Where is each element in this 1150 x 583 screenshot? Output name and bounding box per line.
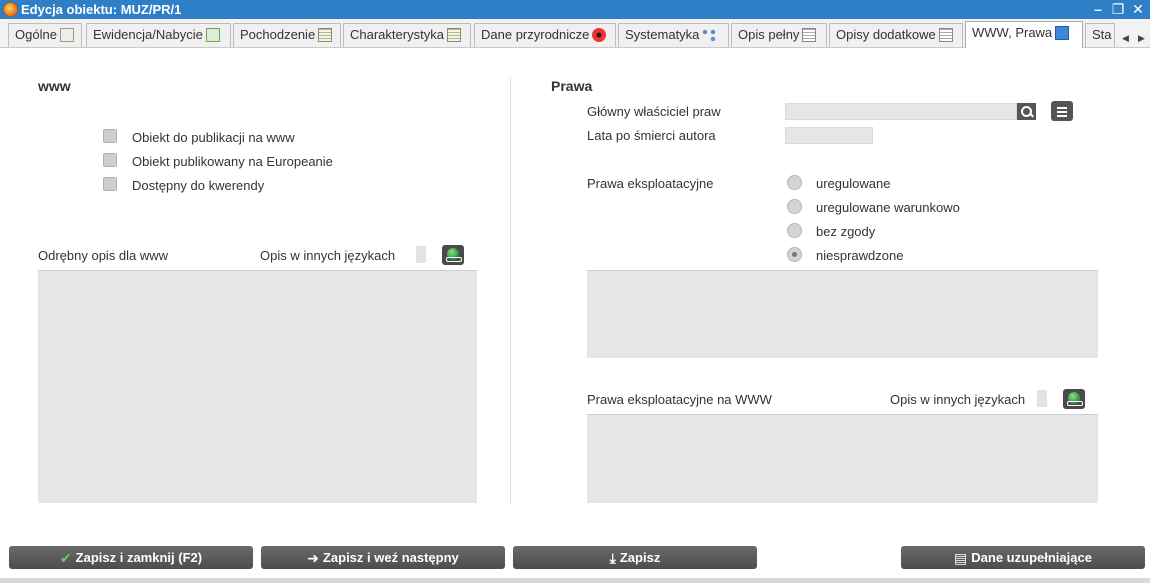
save-close-button[interactable]: ✔ Zapisz i zamknij (F2): [9, 546, 253, 569]
globe-translate-icon[interactable]: [442, 245, 464, 265]
app-logo-icon: [3, 2, 18, 17]
www-description-textarea[interactable]: [38, 270, 477, 503]
title-bar: Edycja obiektu: MUZ/PR/1 – ❐ ✕: [0, 0, 1150, 19]
query-checkbox[interactable]: [103, 177, 117, 191]
search-icon[interactable]: [1017, 103, 1036, 120]
tab-opis-pelny[interactable]: Opis pełny: [731, 23, 827, 47]
publish-www-label: Obiekt do publikacji na www: [132, 130, 295, 145]
globe-translate-icon[interactable]: [1063, 389, 1085, 409]
owner-label: Główny właściciel praw: [587, 104, 721, 119]
save-next-button[interactable]: ➜ Zapisz i weź następny: [261, 546, 505, 569]
tab-label: Systematyka: [625, 27, 700, 42]
tab-label: Pochodzenie: [240, 27, 316, 42]
radio-uregulowane-label: uregulowane: [816, 176, 891, 191]
poppy-icon: [592, 28, 607, 42]
extra-data-button[interactable]: ▤ Dane uzupełniające: [901, 546, 1145, 569]
publish-www-checkbox[interactable]: [103, 129, 117, 143]
section-divider: [510, 78, 511, 503]
www-other-lang-checkbox[interactable]: [416, 246, 426, 263]
rights-other-lang-checkbox[interactable]: [1037, 390, 1047, 407]
radio-uregulowane-warunkowo-label: uregulowane warunkowo: [816, 200, 960, 215]
europeana-label: Obiekt publikowany na Europeanie: [132, 154, 333, 169]
download-icon: ⤓: [609, 550, 616, 566]
tab-ewidencja[interactable]: Ewidencja/Nabycie: [86, 23, 231, 47]
rights-other-lang-label: Opis w innych językach: [890, 392, 1026, 407]
close-icon[interactable]: ✕: [1130, 1, 1146, 17]
tab-label: Charakterystyka: [350, 27, 444, 42]
save-next-label: Zapisz i weź następny: [322, 550, 459, 565]
www-other-lang-label: Opis w innych językach: [260, 248, 396, 263]
radio-bez-zgody[interactable]: [787, 223, 802, 238]
list-icon[interactable]: [1051, 101, 1073, 121]
rights-section-title: Prawa: [551, 78, 593, 94]
checkmark-icon: ✔: [59, 550, 72, 566]
tab-opisy-dodatkowe[interactable]: Opisy dodatkowe: [829, 23, 963, 47]
document-icon: [802, 28, 817, 42]
years-input[interactable]: [785, 127, 873, 144]
grid-icon: [446, 28, 461, 42]
owner-input[interactable]: [785, 103, 1017, 120]
grid-icon: [318, 28, 333, 42]
tab-label: Opis pełny: [738, 27, 800, 42]
exploitation-textarea[interactable]: [587, 270, 1098, 358]
radio-uregulowane[interactable]: [787, 175, 802, 190]
table-icon: [59, 28, 74, 42]
tab-dane-przyrodnicze[interactable]: Dane przyrodnicze: [474, 23, 616, 47]
exploitation-label: Prawa eksploatacyjne: [587, 176, 714, 191]
tab-label: Sta: [1092, 27, 1112, 42]
document-icon: [938, 28, 953, 42]
radio-niesprawdzone-label: niesprawdzone: [816, 248, 904, 263]
tab-scroll-right-icon[interactable]: ▶: [1138, 33, 1145, 44]
years-label: Lata po śmierci autora: [587, 128, 716, 143]
tab-label: Ogólne: [15, 27, 57, 42]
radio-bez-zgody-label: bez zgody: [816, 224, 876, 239]
tab-label: Opisy dodatkowe: [836, 27, 936, 42]
tab-bar: Ogólne Ewidencja/Nabycie Pochodzenie Cha…: [0, 19, 1150, 48]
save-button[interactable]: ⤓ Zapisz: [513, 546, 757, 569]
tab-label: WWW, Prawa: [972, 25, 1053, 40]
tab-www-prawa[interactable]: WWW, Prawa: [965, 21, 1083, 48]
download-icon: [205, 28, 220, 42]
www-rights-label: Prawa eksploatacyjne na WWW: [587, 392, 772, 407]
nodes-icon: [702, 28, 717, 42]
save-label: Zapisz: [619, 550, 661, 565]
tab-label: Ewidencja/Nabycie: [93, 27, 203, 42]
www-section-title: www: [38, 78, 71, 94]
tab-ogolne[interactable]: Ogólne: [8, 23, 82, 47]
www-rights-textarea[interactable]: [587, 414, 1098, 503]
tab-scroll-left-icon[interactable]: ◀: [1122, 33, 1129, 44]
minimize-icon[interactable]: –: [1090, 1, 1106, 17]
maximize-icon[interactable]: ❐: [1110, 1, 1126, 17]
tab-sta[interactable]: Sta: [1085, 23, 1115, 47]
window-title: Edycja obiektu: MUZ/PR/1: [21, 2, 182, 17]
europeana-checkbox[interactable]: [103, 153, 117, 167]
radio-uregulowane-warunkowo[interactable]: [787, 199, 802, 214]
web-icon: [1055, 26, 1070, 40]
status-strip: [0, 578, 1150, 583]
arrow-right-icon: ➜: [307, 550, 319, 566]
query-label: Dostępny do kwerendy: [132, 178, 265, 193]
tab-systematyka[interactable]: Systematyka: [618, 23, 729, 47]
extra-data-label: Dane uzupełniające: [971, 550, 1092, 565]
radio-niesprawdzone[interactable]: [787, 247, 802, 262]
save-close-label: Zapisz i zamknij (F2): [75, 550, 203, 565]
tab-pochodzenie[interactable]: Pochodzenie: [233, 23, 341, 47]
tab-charakterystyka[interactable]: Charakterystyka: [343, 23, 471, 47]
www-desc-label: Odrębny opis dla www: [38, 248, 169, 263]
document-icon: ▤: [954, 550, 968, 566]
tab-label: Dane przyrodnicze: [481, 27, 590, 42]
